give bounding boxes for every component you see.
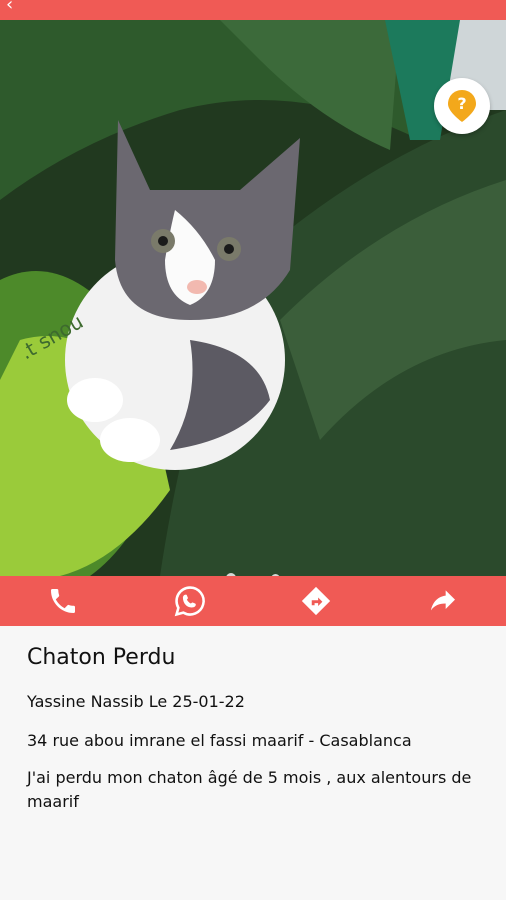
directions-icon [302,586,331,616]
whatsapp-button[interactable] [165,576,215,626]
listing-photo[interactable]: .t snou ? [0,20,506,576]
help-icon: ? [448,90,476,122]
help-button[interactable]: ? [434,78,490,134]
kitten-photo-illustration: .t snou [0,20,506,576]
carousel-indicator[interactable] [0,568,506,576]
action-bar [0,576,506,626]
address: 34 rue abou imrane el fassi maarif - Cas… [27,731,412,750]
listing-title: Chaton Perdu [27,645,176,670]
directions-button[interactable] [291,576,341,626]
description: J'ai perdu mon chaton âgé de 5 mois , au… [27,768,472,811]
author-date: Yassine Nassib Le 25-01-22 [27,692,245,711]
whatsapp-icon [174,586,205,617]
svg-text:?: ? [457,94,466,113]
share-button[interactable] [418,576,468,626]
phone-icon [51,589,76,613]
share-icon [430,590,455,611]
top-bar: ‹ [0,0,506,20]
back-arrow-icon[interactable]: ‹ [6,0,13,15]
call-button[interactable] [38,576,88,626]
